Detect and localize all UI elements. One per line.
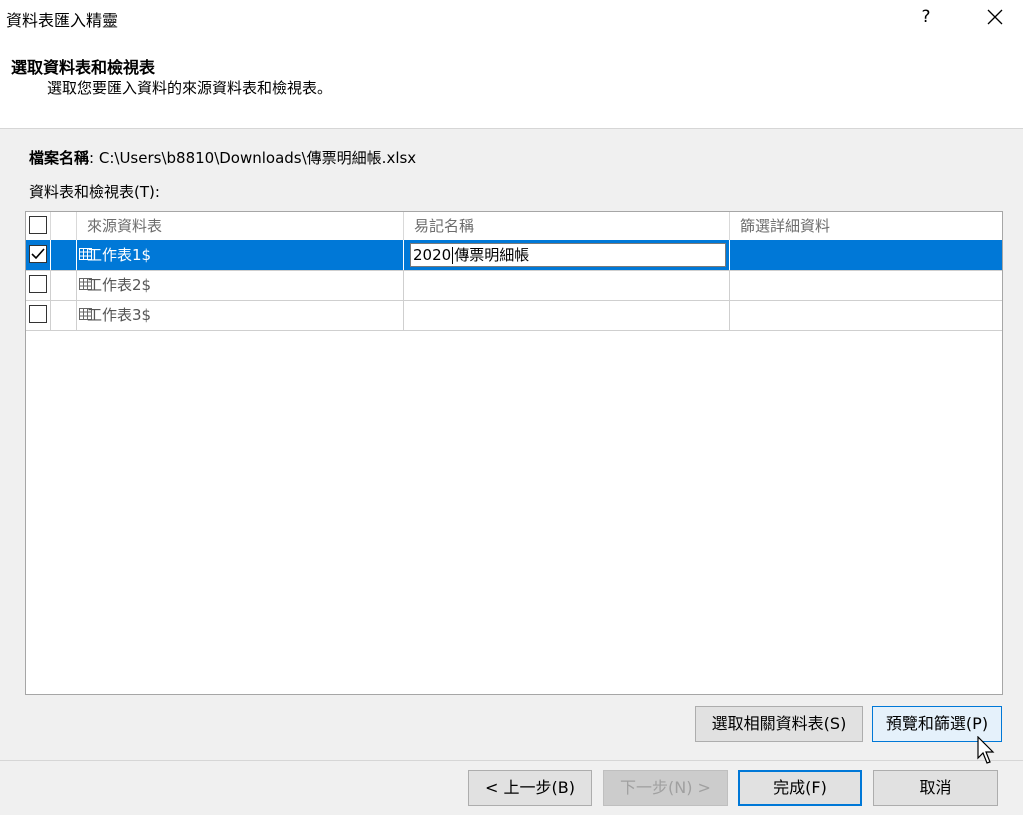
filter-cell[interactable] — [730, 270, 1002, 300]
file-path: C:\Users\b8810\Downloads\傳票明細帳.xlsx — [98, 149, 417, 167]
table-row[interactable]: 工作表2$ — [26, 270, 1002, 301]
row-checkbox[interactable] — [29, 245, 47, 263]
tables-label: 資料表和檢視表(T): — [29, 183, 160, 201]
cancel-button[interactable]: 取消 — [873, 770, 998, 806]
row-checkbox[interactable] — [29, 305, 47, 323]
row-icon-cell — [51, 270, 92, 300]
footer-divider — [0, 760, 1023, 761]
wizard-content: 檔案名稱: C:\Users\b8810\Downloads\傳票明細帳.xls… — [0, 129, 1023, 815]
column-header-alias[interactable]: 易記名稱 — [404, 212, 730, 240]
source-table-name: 工作表1$ — [77, 240, 404, 270]
table-row[interactable]: 工作表3$ — [26, 300, 1002, 331]
checkmark-icon — [31, 248, 45, 260]
select-all-checkbox[interactable] — [29, 216, 47, 234]
header-icon-cell — [51, 212, 77, 240]
row-icon-cell — [51, 240, 92, 270]
close-icon — [987, 9, 1003, 25]
help-button[interactable]: ? — [906, 0, 946, 34]
finish-button[interactable]: 完成(F) — [738, 770, 862, 806]
column-header-filter[interactable]: 篩選詳細資料 — [730, 212, 1002, 240]
next-button[interactable]: 下一步(N) > — [603, 770, 728, 806]
row-check-cell — [26, 240, 51, 270]
row-check-cell — [26, 270, 51, 300]
alias-text-before-caret: 2020 — [413, 246, 452, 264]
alias-cell[interactable] — [404, 300, 730, 330]
step-title: 選取資料表和檢視表 — [11, 58, 156, 77]
row-check-cell — [26, 300, 51, 330]
wizard-header: 選取資料表和檢視表 選取您要匯入資料的來源資料表和檢視表。 — [0, 34, 1023, 129]
back-button[interactable]: < 上一步(B) — [468, 770, 592, 806]
column-header-source[interactable]: 來源資料表 — [77, 212, 404, 240]
file-name-label: 檔案名稱 — [29, 149, 90, 167]
mouse-pointer-icon — [977, 736, 995, 764]
row-checkbox[interactable] — [29, 275, 47, 293]
alias-cell[interactable] — [404, 270, 730, 300]
source-table-name: 工作表3$ — [77, 300, 404, 330]
alias-text-after-caret: 傳票明細帳 — [454, 246, 530, 264]
filter-cell[interactable] — [730, 300, 1002, 330]
step-subtitle: 選取您要匯入資料的來源資料表和檢視表。 — [47, 79, 333, 97]
close-button[interactable] — [972, 0, 1018, 34]
header-select-all-cell — [26, 212, 51, 240]
table-row[interactable]: 工作表1$ 2020 傳票明細帳 — [26, 240, 1002, 271]
source-table-name: 工作表2$ — [77, 270, 404, 300]
tables-list[interactable]: 來源資料表 易記名稱 篩選詳細資料 工作表1$ 2020 傳票明細帳 工作表2$… — [25, 211, 1003, 695]
file-name-row: 檔案名稱: C:\Users\b8810\Downloads\傳票明細帳.xls… — [29, 147, 416, 168]
title-bar: 資料表匯入精靈 ? — [0, 0, 1023, 34]
window-title: 資料表匯入精靈 — [6, 11, 119, 30]
row-icon-cell — [51, 300, 92, 330]
file-name-separator: : — [89, 149, 95, 167]
alias-edit-field[interactable]: 2020 傳票明細帳 — [410, 243, 726, 267]
select-related-tables-button[interactable]: 選取相關資料表(S) — [695, 706, 863, 742]
filter-cell[interactable] — [730, 240, 1002, 270]
grid-header: 來源資料表 易記名稱 篩選詳細資料 — [26, 212, 1002, 241]
